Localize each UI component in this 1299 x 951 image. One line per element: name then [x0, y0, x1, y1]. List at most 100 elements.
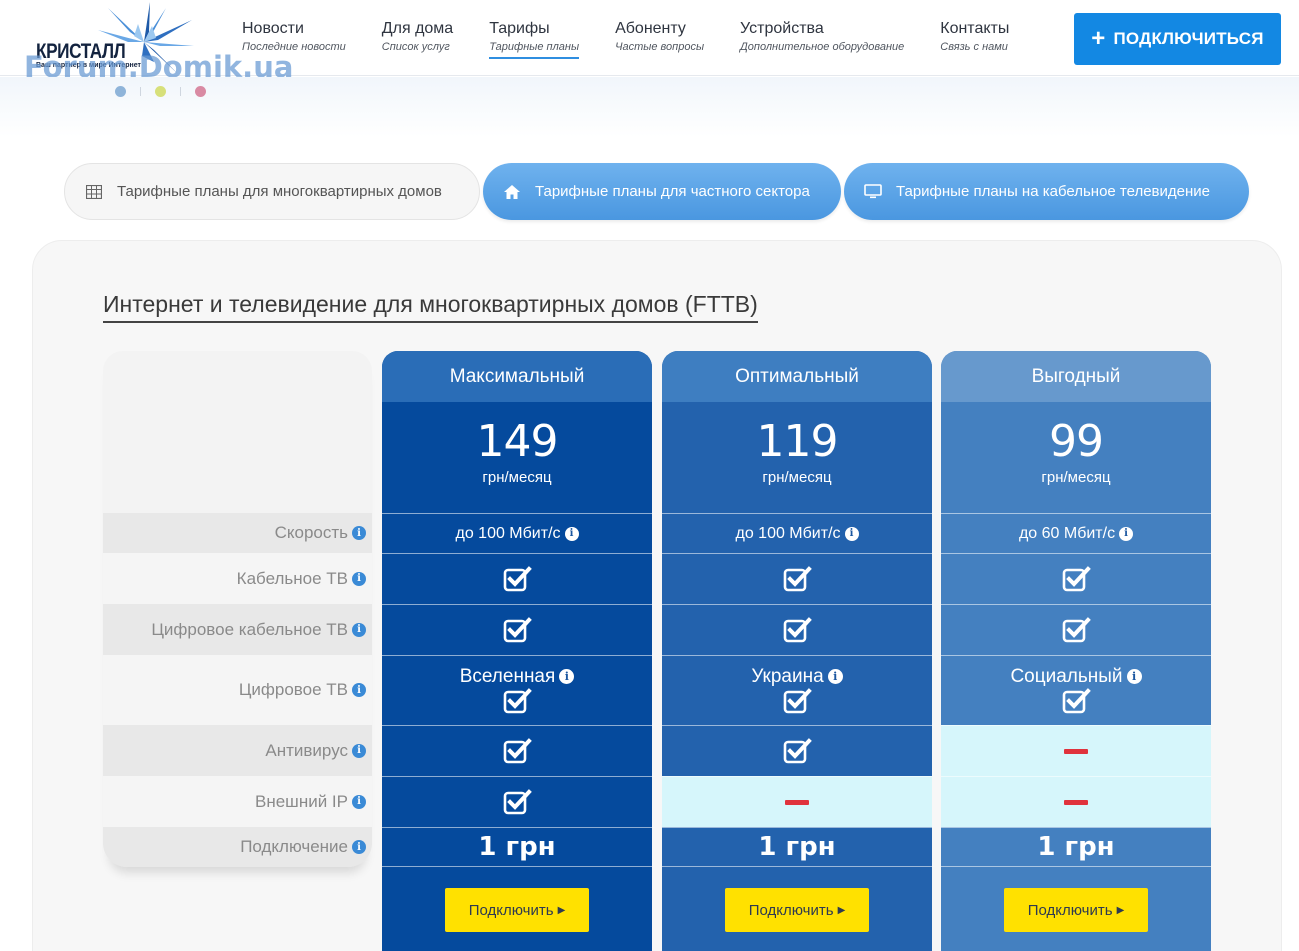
tab-label: Тарифные планы на кабельное телевидение	[896, 183, 1211, 200]
price-value: 99	[1049, 416, 1104, 467]
info-icon[interactable]: i	[559, 669, 575, 684]
plan-connect-button[interactable]: Подключить ▶	[1004, 888, 1148, 932]
unavailable-dash-icon	[1064, 799, 1088, 805]
tab-cable-tv[interactable]: Тарифные планы на кабельное телевидение	[844, 163, 1249, 220]
plan-external-ip	[941, 776, 1211, 827]
nav-subtitle: Список услуг	[381, 41, 450, 53]
info-icon[interactable]: i	[352, 622, 366, 637]
logo-dots	[115, 86, 206, 97]
tab-label: Тарифные планы для частного сектора	[535, 183, 810, 200]
page-root: КРИСТАЛЛ Ваш партнер в мире Интернет For…	[0, 0, 1299, 951]
nav-title: Абоненту	[615, 20, 686, 37]
plan-price: 99 грн/месяц	[941, 402, 1211, 513]
feature-label-row: Подключение i	[103, 827, 372, 867]
feature-labels-column: Скорость i Кабельное ТВ i Цифровое кабельное…	[103, 351, 372, 867]
info-icon[interactable]: i	[352, 526, 366, 540]
check-icon	[503, 566, 532, 592]
price-unit: грн/месяц	[762, 469, 832, 487]
home-icon	[503, 183, 521, 201]
tv-package-name: Украина	[751, 666, 824, 687]
section-title: Интернет и телевидение для многоквартирн…	[103, 291, 758, 323]
logo-dot-pink	[195, 86, 206, 97]
plan-digital-cable-tv	[941, 604, 1211, 655]
header-connect-label: ПОДКЛЮЧИТЬСЯ	[1113, 29, 1264, 48]
feature-label-row: Скорость i	[103, 513, 372, 553]
info-icon[interactable]: i	[564, 526, 579, 541]
site-header: КРИСТАЛЛ Ваш партнер в мире Интернет For…	[0, 0, 1299, 84]
main-nav: Новости Последние новости Для дома Список у…	[242, 20, 1045, 59]
feature-label-row: Внешний IP i	[103, 776, 372, 827]
info-icon[interactable]: i	[352, 840, 366, 854]
info-icon[interactable]: i	[827, 669, 843, 684]
info-icon[interactable]: i	[352, 743, 366, 758]
nav-item-2[interactable]: Тарифы Тарифные планы	[489, 20, 580, 59]
info-icon[interactable]: i	[1126, 669, 1142, 684]
connection-fee-value: 1 грн	[758, 832, 836, 862]
info-icon[interactable]: i	[352, 571, 366, 586]
nav-item-3[interactable]: Абоненту Частые вопросы	[615, 20, 704, 59]
tv-package: Социальный i	[1010, 666, 1142, 687]
plan-digital-tv: Украина i	[662, 655, 932, 725]
plan-connection-fee: 1 грн	[382, 827, 652, 867]
price-unit: грн/месяц	[482, 469, 552, 487]
plan-digital-cable-tv	[382, 604, 652, 655]
plan-connect-button[interactable]: Подключить ▶	[725, 888, 869, 932]
plan-connect-button[interactable]: Подключить ▶	[445, 888, 589, 932]
tab-private-sector[interactable]: Тарифные планы для частного сектора	[483, 163, 841, 220]
monitor-icon	[864, 183, 882, 201]
feature-label-row: Цифровое ТВ i	[103, 655, 372, 725]
tv-package-name: Социальный	[1010, 666, 1123, 687]
info-icon[interactable]: i	[352, 683, 366, 697]
plan-digital-cable-tv	[662, 604, 932, 655]
plan-cable-tv	[941, 553, 1211, 604]
tab-apartment-buildings[interactable]: Тарифные планы для многоквартирных домов	[64, 163, 480, 220]
tv-package: Украина i	[751, 666, 843, 687]
check-icon	[1062, 566, 1091, 592]
plan-antivirus	[382, 725, 652, 776]
plus-icon: +	[1091, 25, 1106, 52]
nav-subtitle: Дополнительное оборудование	[740, 41, 905, 53]
plan-column: Оптимальный 119 грн/месяц до 100 Мбит/с i Укр…	[662, 351, 932, 951]
nav-subtitle: Связь с нами	[940, 41, 1008, 53]
caret-right-icon: ▶	[557, 904, 566, 916]
feature-label: Подключение	[240, 837, 348, 856]
plan-external-ip	[662, 776, 932, 827]
feature-label: Цифровое кабельное ТВ	[151, 619, 348, 639]
logo-dot-yellow	[155, 86, 166, 97]
info-icon[interactable]: i	[1119, 526, 1134, 541]
header-connect-button[interactable]: + ПОДКЛЮЧИТЬСЯ	[1074, 13, 1281, 65]
nav-item-0[interactable]: Новости Последние новости	[242, 20, 346, 59]
plan-speed: до 100 Мбит/с i	[382, 513, 652, 553]
feature-label: Внешний IP	[255, 791, 348, 811]
plan-speed: до 60 Мбит/с i	[941, 513, 1211, 553]
check-icon	[503, 738, 532, 764]
feature-label-row: Цифровое кабельное ТВ i	[103, 604, 372, 655]
plan-cable-tv	[382, 553, 652, 604]
nav-title: Контакты	[940, 20, 1010, 37]
price-value: 149	[476, 416, 559, 467]
unavailable-dash-icon	[785, 799, 809, 805]
plan-column: Максимальный 149 грн/месяц до 100 Мбит/с i Вс…	[382, 351, 652, 951]
nav-title: Тарифы	[489, 20, 550, 37]
plan-connection-fee: 1 грн	[941, 827, 1211, 867]
info-icon[interactable]: i	[352, 794, 366, 809]
nav-item-1[interactable]: Для дома Список услуг	[382, 20, 453, 59]
plan-connect-label: Подключить	[748, 901, 834, 919]
plan-connection-fee: 1 грн	[662, 827, 932, 867]
plan-name: Выгодный	[941, 351, 1211, 402]
info-icon[interactable]: i	[844, 526, 859, 541]
plan-price: 149 грн/месяц	[382, 402, 652, 513]
nav-item-4[interactable]: Устройства Дополнительное оборудование	[740, 20, 904, 59]
plan-digital-tv: Вселенная i	[382, 655, 652, 725]
plan-name: Оптимальный	[662, 351, 932, 402]
plan-cable-tv	[662, 553, 932, 604]
feature-label: Цифровое ТВ	[238, 680, 348, 699]
plan-connect-label: Подключить	[468, 901, 554, 919]
feature-label: Антивирус	[265, 740, 348, 760]
feature-label: Скорость	[274, 523, 348, 542]
tv-package: Вселенная i	[460, 667, 575, 686]
plan-name: Максимальный	[382, 351, 652, 402]
plan-speed: до 100 Мбит/с i	[662, 513, 932, 553]
nav-item-5[interactable]: Контакты Связь с нами	[940, 20, 1009, 59]
check-icon	[1062, 688, 1091, 714]
